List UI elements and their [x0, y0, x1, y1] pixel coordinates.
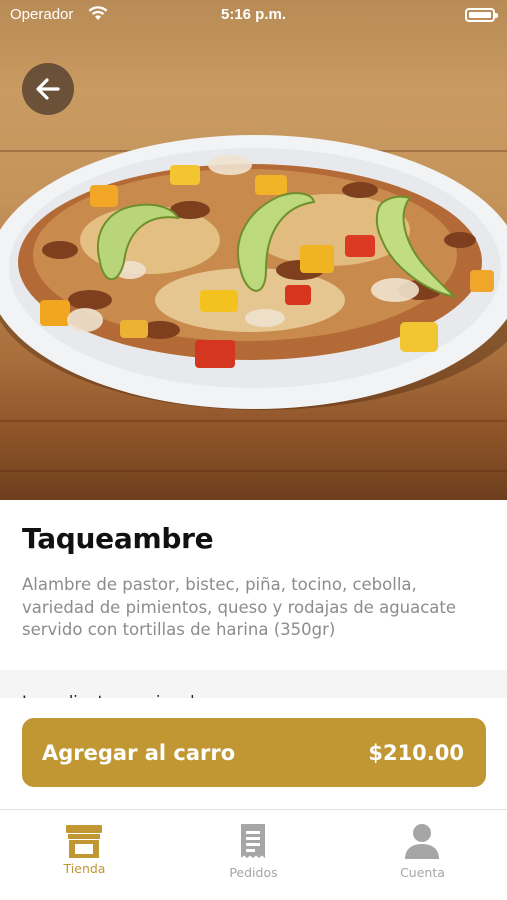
status-bar: Operador 5:16 p.m. — [0, 0, 507, 30]
price-label: $210.00 — [368, 740, 464, 765]
tab-label: Pedidos — [229, 865, 278, 880]
tab-label: Cuenta — [400, 865, 445, 880]
tab-label: Tienda — [63, 861, 106, 876]
add-to-cart-button[interactable]: Agregar al carro $210.00 — [22, 718, 486, 787]
tab-cuenta[interactable]: Cuenta — [338, 810, 507, 900]
battery-icon — [465, 8, 498, 22]
tab-bar: Tienda Pedidos Cuenta — [0, 809, 507, 900]
user-icon — [405, 824, 439, 859]
add-to-cart-label: Agregar al carro — [42, 740, 236, 765]
back-button[interactable] — [22, 63, 74, 115]
status-time: 5:16 p.m. — [220, 6, 287, 23]
product-description: Alambre de pastor, bistec, piña, tocino,… — [22, 575, 457, 639]
receipt-icon — [241, 824, 265, 858]
product-image — [0, 0, 507, 500]
arrow-left-icon — [36, 78, 60, 100]
product-title: Taqueambre — [22, 522, 214, 555]
tab-tienda[interactable]: Tienda — [0, 810, 169, 900]
tab-pedidos[interactable]: Pedidos — [169, 810, 338, 900]
dish-illustration — [0, 135, 507, 410]
store-icon — [66, 825, 102, 858]
